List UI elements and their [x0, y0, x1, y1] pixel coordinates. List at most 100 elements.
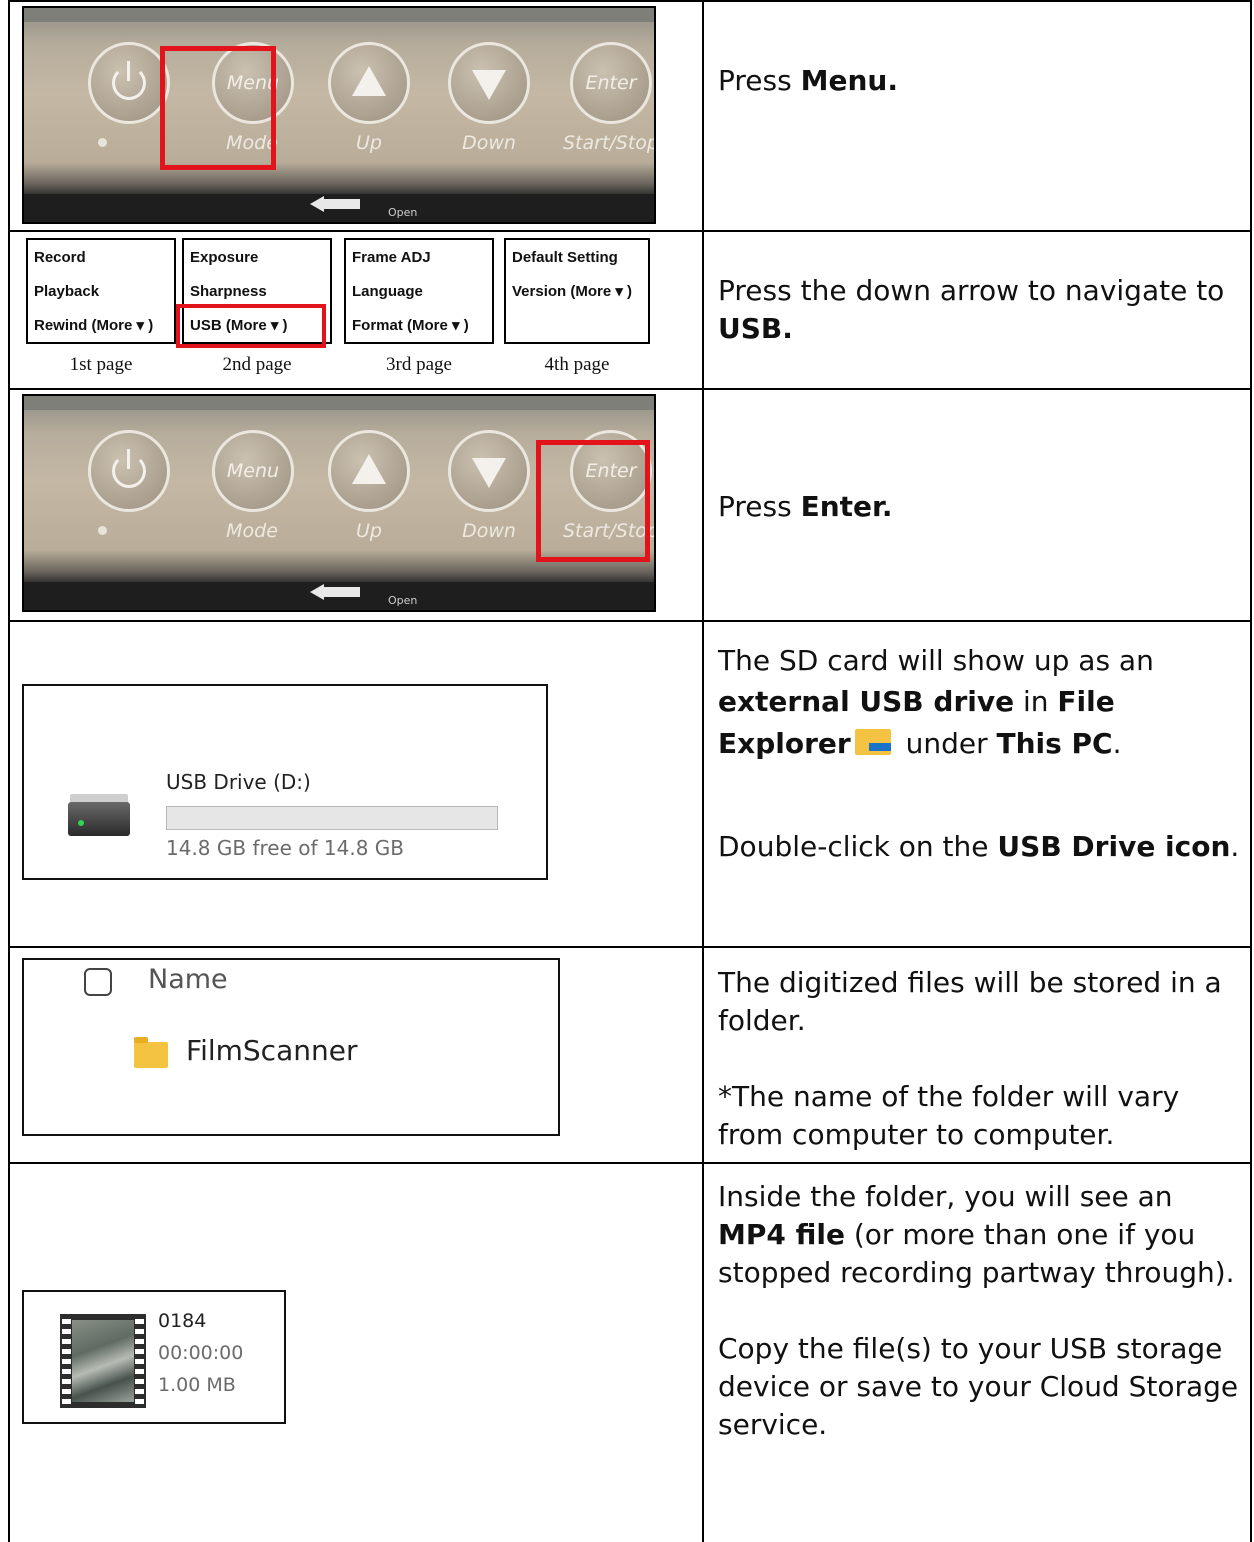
down-label: Down — [462, 132, 516, 154]
menu-item-language: Language — [352, 283, 423, 300]
device-button-panel-photo: Menu Enter Mode Up Down Start/Stop Open — [22, 394, 656, 612]
start-stop-label: Start/Stop — [562, 132, 656, 154]
page-label: 3rd page — [386, 354, 452, 375]
instruction-note: *The name of the folder will vary from c… — [718, 1080, 1180, 1152]
power-led — [98, 138, 107, 147]
menu-item-default-setting: Default Setting — [512, 249, 618, 266]
down-button — [448, 42, 530, 124]
power-button — [88, 42, 170, 124]
instruction-text: Press — [718, 490, 801, 523]
instruction-text: Press — [718, 64, 801, 97]
instruction-emphasis: This PC — [996, 726, 1113, 760]
row-divider — [8, 946, 1252, 948]
row-divider — [8, 0, 1252, 2]
enter-button: Enter — [570, 42, 652, 124]
down-label: Down — [462, 520, 516, 542]
step-2-instruction: Press the down arrow to navigate to USB. — [718, 272, 1242, 348]
mp4-file-screenshot: 0184 00:00:00 1.00 MB — [22, 1290, 286, 1424]
step-1-instruction: Press Menu. — [718, 62, 1242, 100]
device-button-panel-photo: Menu Enter Mode Up Down Start/Stop Open — [22, 6, 656, 224]
row-divider — [8, 388, 1252, 390]
mode-label: Mode — [226, 520, 278, 542]
step-3-instruction: Press Enter. — [718, 488, 1242, 526]
open-arrow-bar — [324, 587, 360, 597]
instruction-emphasis: USB. — [718, 312, 793, 346]
usb-drive-screenshot: USB Drive (D:) 14.8 GB free of 14.8 GB — [22, 684, 548, 880]
up-button — [328, 430, 410, 512]
open-label: Open — [388, 594, 418, 607]
menu-item-format: Format (More ▾ ) — [352, 317, 469, 334]
open-label: Open — [388, 206, 418, 219]
up-label: Up — [356, 520, 382, 542]
power-led — [98, 526, 107, 535]
row-divider — [8, 230, 1252, 232]
up-button — [328, 42, 410, 124]
power-icon — [112, 61, 146, 100]
step-5-instruction: The digitized files will be stored in a … — [718, 964, 1242, 1154]
instruction-text: Inside the folder, you will see an — [718, 1180, 1173, 1213]
instruction-emphasis: USB Drive icon — [997, 830, 1231, 864]
panel-top-edge — [24, 396, 654, 410]
file-duration: 00:00:00 — [158, 1342, 244, 1364]
menu-item-frame-adj: Frame ADJ — [352, 249, 431, 266]
open-arrow-icon — [310, 584, 324, 600]
menu-page-4: Default Setting Version (More ▾ ) — [504, 238, 650, 344]
menu-item-exposure: Exposure — [190, 249, 259, 266]
usb-highlight-box — [176, 304, 326, 348]
step-4-instruction: The SD card will show up as an external … — [718, 640, 1242, 866]
page-label: 2nd page — [222, 354, 292, 375]
row-divider — [8, 1162, 1252, 1164]
file-name: 0184 — [158, 1310, 207, 1332]
menu-item-rewind: Rewind (More ▾ ) — [34, 317, 154, 334]
enter-button-label: Enter — [585, 72, 637, 94]
film-sprocket — [62, 1314, 71, 1408]
instruction-emphasis: Menu. — [800, 64, 898, 97]
select-checkbox — [84, 968, 112, 996]
page-label: 4th page — [544, 354, 610, 375]
menu-button: Menu — [212, 430, 294, 512]
menu-item-record: Record — [34, 249, 86, 266]
up-arrow-icon — [352, 454, 386, 484]
instruction-text: . — [1112, 726, 1122, 760]
instruction-emphasis: external USB drive — [718, 685, 1015, 719]
menu-highlight-box — [160, 46, 276, 170]
menu-item-version: Version (More ▾ ) — [512, 283, 633, 300]
film-sprocket — [135, 1314, 144, 1408]
down-button — [448, 430, 530, 512]
folder-list-screenshot: Name FilmScanner — [22, 958, 560, 1136]
menu-item-playback: Playback — [34, 283, 100, 300]
panel-top-edge — [24, 8, 654, 22]
up-arrow-icon — [352, 66, 386, 96]
instruction-text: . — [1230, 830, 1240, 864]
usb-drive-icon — [68, 802, 130, 836]
name-column-header: Name — [148, 964, 228, 995]
file-size: 1.00 MB — [158, 1374, 236, 1396]
drive-usage-bar — [166, 806, 498, 830]
power-icon — [112, 449, 146, 488]
enter-highlight-box — [536, 440, 650, 562]
open-arrow-bar — [324, 199, 360, 209]
menu-page-1: Record Playback Rewind (More ▾ ) — [26, 238, 176, 344]
instruction-text: Press the down arrow to navigate to — [718, 274, 1225, 307]
step-6-instruction: Inside the folder, you will see an MP4 f… — [718, 1178, 1242, 1444]
down-arrow-icon — [472, 458, 506, 488]
power-button — [88, 430, 170, 512]
file-explorer-icon — [854, 728, 891, 755]
up-label: Up — [356, 132, 382, 154]
instruction-text: Copy the file(s) to your USB storage dev… — [718, 1332, 1239, 1442]
instruction-text: in — [1014, 685, 1058, 719]
instruction-text: under — [896, 726, 997, 760]
instruction-emphasis: MP4 file — [718, 1218, 845, 1252]
row-divider — [8, 620, 1252, 622]
drive-free-space: 14.8 GB free of 14.8 GB — [166, 836, 404, 860]
instruction-emphasis: Enter. — [800, 490, 893, 523]
instruction-text: The SD card will show up as an — [718, 644, 1154, 677]
menu-page-3: Frame ADJ Language Format (More ▾ ) — [344, 238, 494, 344]
down-arrow-icon — [472, 70, 506, 100]
video-thumbnail-icon — [60, 1314, 146, 1408]
drive-led — [78, 820, 84, 826]
video-thumbnail — [72, 1320, 134, 1402]
folder-icon — [134, 1037, 168, 1068]
open-arrow-icon — [310, 196, 324, 212]
folder-name: FilmScanner — [186, 1034, 358, 1067]
